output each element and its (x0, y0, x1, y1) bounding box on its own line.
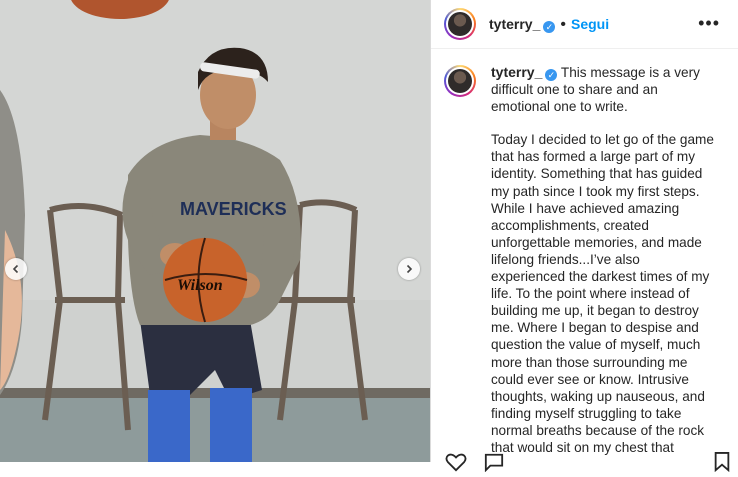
avatar[interactable] (444, 8, 476, 40)
verified-badge-icon: ✓ (543, 21, 556, 33)
caption: tyterry_ ✓ This message is a very difficu… (491, 64, 717, 472)
more-icon[interactable]: ••• (698, 14, 720, 32)
ball-text: Wilson (177, 277, 223, 294)
separator-dot: • (560, 16, 566, 33)
chevron-left-icon (12, 264, 19, 274)
follow-button[interactable]: Segui (571, 16, 609, 32)
header-username[interactable]: tyterry_ (489, 16, 540, 32)
bookmark-icon[interactable] (713, 452, 731, 477)
next-arrow-button[interactable] (398, 258, 420, 280)
shirt-text: MAVERICKS (180, 199, 287, 219)
verified-badge-icon: ✓ (545, 69, 558, 81)
post-photo[interactable]: MAVERICKS Wilson (0, 0, 430, 462)
comment-icon[interactable] (483, 452, 505, 477)
previous-arrow-button[interactable] (5, 258, 27, 280)
caption-avatar[interactable] (444, 65, 476, 97)
player-photo: MAVERICKS Wilson (0, 0, 430, 462)
caption-paragraph-2: Today I decided to let go of the game th… (491, 132, 714, 455)
post-side-panel: tyterry_ ✓ • Segui ••• tyterry_ ✓ This messa… (430, 0, 738, 473)
chevron-right-icon (406, 264, 413, 274)
post-header: tyterry_ ✓ • Segui ••• (431, 0, 738, 49)
caption-username[interactable]: tyterry_ (491, 64, 542, 80)
heart-icon[interactable] (445, 452, 467, 477)
action-bar (445, 452, 735, 473)
